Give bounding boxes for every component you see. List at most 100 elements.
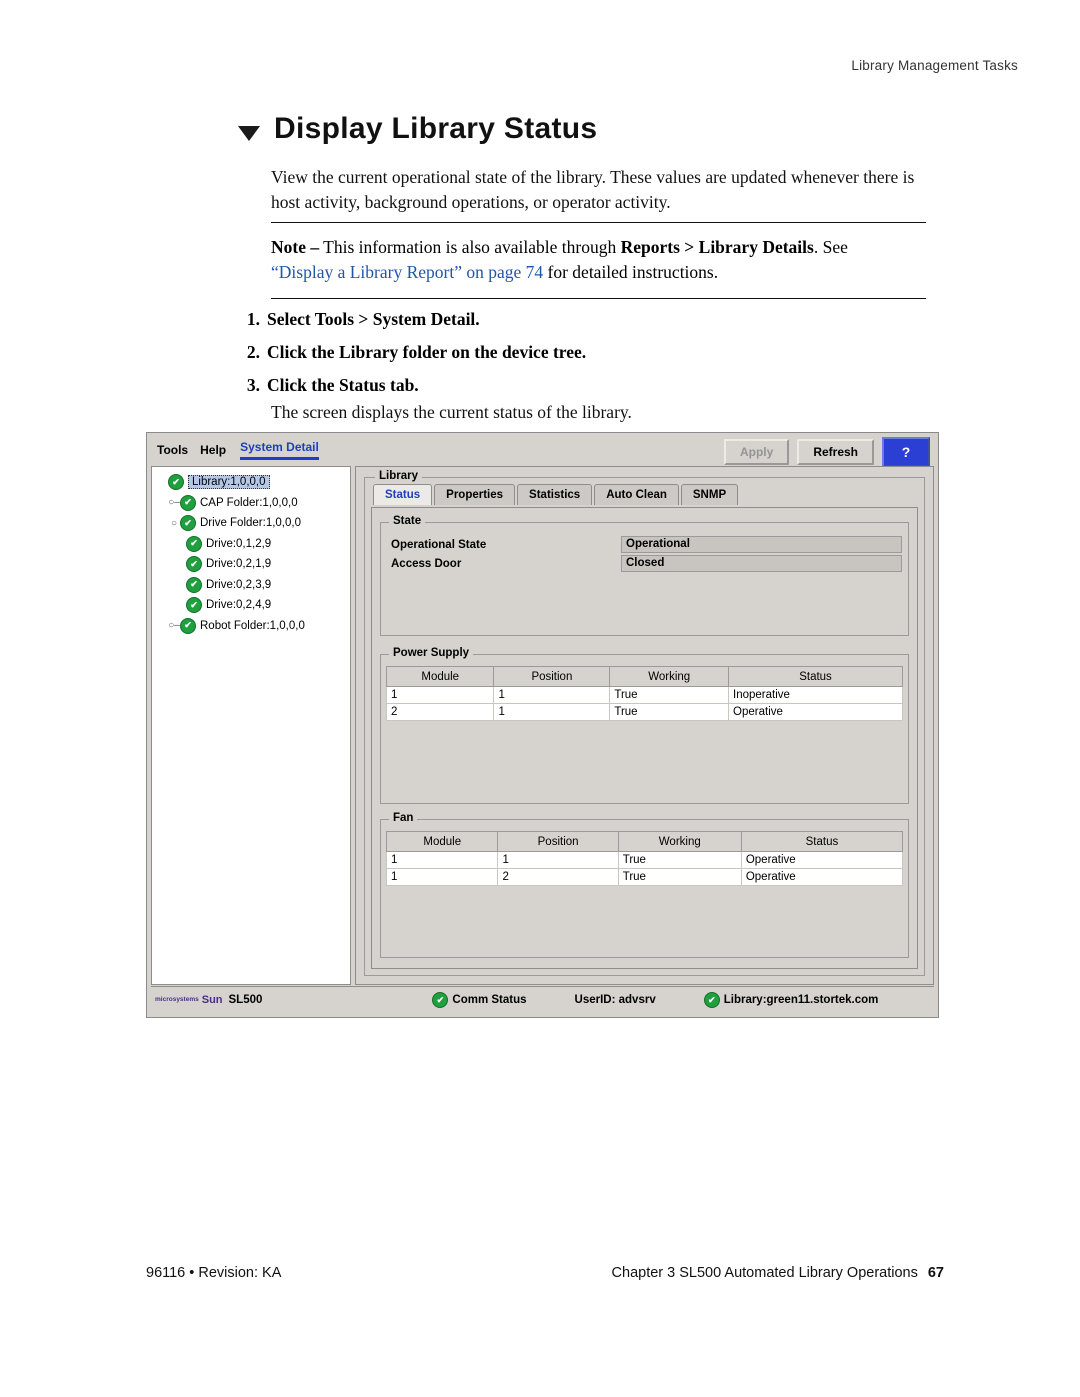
cell: 2	[497, 868, 619, 886]
step-item: 1. Select Tools > System Detail.	[242, 308, 932, 330]
cell: 1	[385, 686, 495, 704]
column-header[interactable]: Working	[617, 831, 742, 852]
cell: Operative	[728, 703, 903, 721]
refresh-button[interactable]: Refresh	[797, 439, 874, 465]
state-fieldset: State Operational State Operational Acce…	[380, 515, 909, 636]
tab-statistics[interactable]: Statistics	[517, 484, 593, 505]
tree-item-label: Drive Folder:1,0,0,0	[200, 517, 301, 530]
tree-item-drive-folder[interactable]: ○ Drive Folder:1,0,0,0	[156, 513, 346, 534]
tree-item-label: Drive:0,2,3,9	[206, 578, 272, 591]
column-header[interactable]: Module	[385, 666, 495, 687]
main-area: Library:1,0,0,0 ○– CAP Folder:1,0,0,0 ○ …	[151, 466, 934, 985]
power-supply-table[interactable]: Module Position Working Status 1 1 True	[385, 666, 903, 721]
tree-item-cap-folder[interactable]: ○– CAP Folder:1,0,0,0	[156, 493, 346, 514]
state-value: Closed	[621, 555, 902, 572]
cell: True	[609, 703, 730, 721]
state-title: State	[389, 515, 426, 527]
note-link[interactable]: “Display a Library Report” on page 74	[271, 262, 543, 282]
tree-item-label: Robot Folder:1,0,0,0	[200, 619, 305, 632]
note-text-3: for detailed instructions.	[543, 262, 719, 282]
library-group-title: Library	[375, 470, 422, 482]
column-header[interactable]: Status	[740, 831, 904, 852]
step-item: 3. Click the Status tab.	[242, 374, 932, 396]
library-status: Library:green11.stortek.com	[703, 992, 879, 1008]
step-number: 3.	[246, 375, 260, 395]
table-row[interactable]: 1 1 True Operative	[385, 851, 904, 869]
apply-button[interactable]: Apply	[723, 439, 790, 465]
status-ok-icon	[180, 617, 196, 634]
steps-list: 1. Select Tools > System Detail. 2. Clic…	[242, 308, 932, 407]
column-header[interactable]: Position	[493, 666, 611, 687]
tree-handle-icon[interactable]: ○–	[168, 620, 180, 631]
column-header[interactable]: Position	[497, 831, 619, 852]
power-supply-fieldset: Power Supply Module Position Working Sta…	[380, 647, 909, 804]
menu-help[interactable]: Help	[200, 443, 226, 457]
page-title-text: Display Library Status	[274, 112, 598, 145]
device-tree[interactable]: Library:1,0,0,0 ○– CAP Folder:1,0,0,0 ○ …	[151, 466, 351, 985]
note-text-1: This information is also available throu…	[323, 237, 621, 257]
help-button[interactable]: ?	[882, 437, 930, 467]
triangle-bullet-icon	[238, 125, 260, 141]
cell: Inoperative	[728, 686, 903, 704]
tree-handle-icon[interactable]: ○–	[168, 497, 180, 508]
tree-item-drive[interactable]: Drive:0,2,1,9	[156, 554, 346, 575]
table-row[interactable]: 1 1 True Inoperative	[385, 686, 903, 704]
cell: True	[617, 851, 742, 869]
cell: Operative	[740, 868, 904, 886]
menu-system-detail[interactable]: System Detail	[240, 440, 319, 460]
status-ok-icon	[703, 992, 720, 1008]
note-lead: Note –	[271, 237, 320, 257]
tab-bar: Status Properties Statistics Auto Clean …	[373, 484, 740, 505]
tree-item-drive[interactable]: Drive:0,1,2,9	[156, 534, 346, 555]
step-number: 2.	[246, 342, 260, 362]
tree-handle-icon[interactable]: ○	[168, 518, 180, 529]
status-ok-icon	[180, 494, 196, 511]
step-text: Click the Library folder on the device t…	[267, 342, 587, 362]
tab-snmp[interactable]: SNMP	[680, 484, 739, 505]
tree-item-drive[interactable]: Drive:0,2,4,9	[156, 595, 346, 616]
model-label: SL500	[228, 994, 263, 1006]
table-row[interactable]: 1 2 True Operative	[385, 868, 904, 886]
sun-logo-icon: microsystems	[155, 996, 199, 1003]
status-ok-icon	[432, 992, 449, 1008]
cell: 2	[385, 703, 495, 721]
page-title: Display Library Status	[238, 112, 597, 146]
fan-table[interactable]: Module Position Working Status 1 1 True	[385, 831, 904, 886]
tree-item-label: Drive:0,1,2,9	[206, 537, 272, 550]
tree-item-label: Library:1,0,0,0	[188, 475, 270, 490]
cell: True	[617, 868, 742, 886]
column-header[interactable]: Working	[609, 666, 730, 687]
status-tab-panel: State Operational State Operational Acce…	[371, 507, 918, 969]
menu-tools[interactable]: Tools	[157, 443, 188, 457]
tree-item-robot-folder[interactable]: ○– Robot Folder:1,0,0,0	[156, 616, 346, 637]
tab-status[interactable]: Status	[373, 484, 433, 505]
status-bar: microsystems Sun SL500 Comm Status UserI…	[151, 986, 934, 1013]
status-ok-icon	[186, 535, 202, 552]
sun-logo-top-text: microsystems	[155, 996, 199, 1003]
library-label: Library:green11.stortek.com	[723, 994, 879, 1006]
after-steps-paragraph: The screen displays the current status o…	[271, 402, 632, 422]
sun-wordmark: Sun	[201, 994, 223, 1006]
cell: Operative	[740, 851, 904, 869]
footer-left: 96116 • Revision: KA	[146, 1265, 282, 1281]
tab-properties[interactable]: Properties	[434, 484, 516, 505]
column-header[interactable]: Status	[728, 666, 903, 687]
tree-item-drive[interactable]: Drive:0,2,3,9	[156, 575, 346, 596]
step-text: Select Tools > System Detail.	[267, 309, 480, 329]
toolbar-buttons: Apply Refresh ?	[723, 437, 930, 467]
state-row: Operational State Operational	[387, 535, 902, 554]
table-row[interactable]: 2 1 True Operative	[385, 703, 903, 721]
state-row: Access Door Closed	[387, 554, 902, 573]
tab-auto-clean[interactable]: Auto Clean	[594, 484, 679, 505]
status-ok-icon	[186, 556, 202, 573]
note-text-2: . See	[813, 237, 848, 257]
cell: True	[609, 686, 730, 704]
column-header[interactable]: Module	[385, 831, 499, 852]
cell: 1	[385, 851, 499, 869]
cell: 1	[385, 868, 499, 886]
menu-bar: Tools Help System Detail Apply Refresh ?	[147, 433, 938, 467]
power-supply-title: Power Supply	[389, 647, 474, 659]
detail-pane: Library Status Properties Statistics Aut…	[355, 466, 934, 985]
tree-item-library[interactable]: Library:1,0,0,0	[156, 472, 346, 493]
fan-title: Fan	[389, 812, 418, 824]
